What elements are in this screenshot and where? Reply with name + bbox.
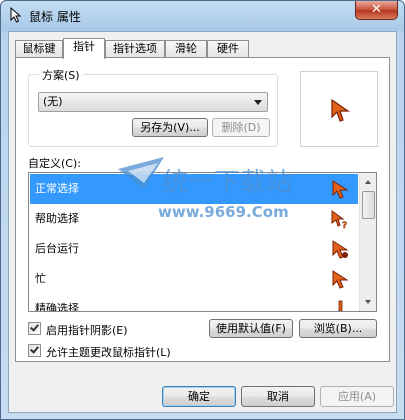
save-as-button[interactable]: 另存为(V)... bbox=[132, 118, 208, 137]
checkmark-icon bbox=[30, 344, 39, 354]
precision-cursor-icon bbox=[338, 300, 343, 311]
scroll-thumb[interactable] bbox=[362, 191, 375, 219]
arrow-down-icon bbox=[365, 300, 371, 304]
close-button[interactable]: ✕ bbox=[355, 1, 398, 20]
close-icon: ✕ bbox=[371, 2, 382, 17]
arrow-cursor-icon bbox=[331, 98, 350, 122]
chevron-down-icon bbox=[254, 100, 262, 105]
list-item-label: 精确选择 bbox=[35, 302, 79, 312]
scroll-down-button[interactable] bbox=[361, 294, 376, 310]
list-item[interactable]: 帮助选择 ? bbox=[30, 204, 358, 234]
list-scrollbar[interactable] bbox=[359, 173, 376, 311]
scheme-selected-value: (无) bbox=[43, 95, 63, 108]
dialog-client-area: 鼠标键 指针 指针选项 滑轮 硬件 方案(S) (无) 另存为(V)... 删除… bbox=[8, 31, 397, 413]
tab-buttons[interactable]: 鼠标键 bbox=[15, 40, 63, 58]
pointer-shadow-label: 启用指针阴影(E) bbox=[46, 324, 128, 337]
svg-text:?: ? bbox=[342, 221, 347, 229]
apply-button[interactable]: 应用(A) bbox=[320, 386, 394, 407]
scheme-group: 方案(S) (无) 另存为(V)... 删除(D) bbox=[28, 67, 278, 147]
allow-theme-checkbox[interactable] bbox=[28, 344, 41, 357]
list-item-label: 后台运行 bbox=[35, 242, 79, 255]
window-title: 鼠标 属性 bbox=[29, 10, 81, 24]
ok-button[interactable]: 确定 bbox=[162, 386, 236, 407]
busy-cursor-icon bbox=[332, 270, 349, 289]
busy-arrow-cursor-icon bbox=[332, 240, 349, 259]
scroll-up-button[interactable] bbox=[361, 174, 376, 190]
scheme-dropdown[interactable]: (无) bbox=[38, 92, 268, 112]
mouse-pointer-icon bbox=[10, 7, 22, 23]
list-item-label: 正常选择 bbox=[35, 182, 79, 195]
customize-label: 自定义(C): bbox=[28, 157, 81, 170]
tab-hardware[interactable]: 硬件 bbox=[207, 40, 249, 58]
list-item-label: 帮助选择 bbox=[35, 212, 79, 225]
tab-pointers[interactable]: 指针 bbox=[63, 38, 105, 59]
browse-button[interactable]: 浏览(B)... bbox=[299, 319, 377, 338]
title-bar[interactable]: 鼠标 属性 ✕ bbox=[1, 1, 404, 31]
list-item[interactable]: 忙 bbox=[30, 264, 358, 294]
cursor-preview bbox=[300, 71, 378, 147]
delete-button[interactable]: 删除(D) bbox=[212, 118, 270, 137]
allow-theme-label: 允许主题更改鼠标指针(L) bbox=[46, 346, 171, 359]
list-item[interactable]: 后台运行 bbox=[30, 234, 358, 264]
arrow-up-icon bbox=[365, 180, 371, 184]
cursor-list[interactable]: 正常选择 帮助选择 ? 后台运行 忙 精确选择 bbox=[28, 172, 377, 312]
checkmark-icon bbox=[30, 322, 39, 332]
arrow-cursor-icon bbox=[332, 180, 349, 199]
tab-wheel[interactable]: 滑轮 bbox=[165, 40, 207, 58]
list-item-label: 忙 bbox=[35, 272, 46, 285]
cancel-button[interactable]: 取消 bbox=[241, 386, 315, 407]
pointers-tab-page: 方案(S) (无) 另存为(V)... 删除(D) 自定义(C): 正常选择 帮… bbox=[15, 57, 390, 362]
pointer-shadow-checkbox[interactable] bbox=[28, 322, 41, 335]
help-cursor-icon: ? bbox=[331, 210, 347, 229]
scheme-label: 方案(S) bbox=[39, 67, 83, 83]
list-item[interactable]: 精确选择 bbox=[30, 294, 358, 312]
list-item[interactable]: 正常选择 bbox=[30, 174, 358, 204]
use-default-button[interactable]: 使用默认值(F) bbox=[209, 319, 293, 338]
tab-pointer-options[interactable]: 指针选项 bbox=[105, 40, 165, 58]
mouse-properties-window: 鼠标 属性 ✕ 鼠标键 指针 指针选项 滑轮 硬件 方案(S) (无) 另存为(… bbox=[0, 0, 405, 420]
